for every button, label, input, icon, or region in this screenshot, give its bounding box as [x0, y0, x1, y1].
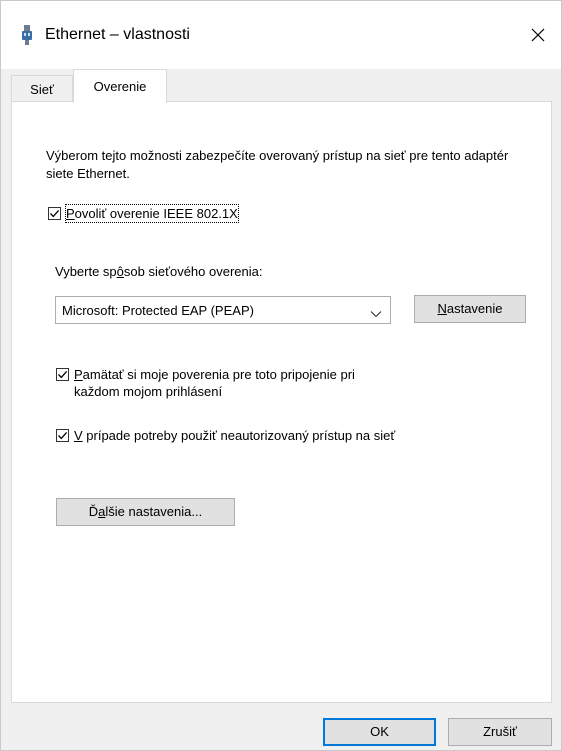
- properties-dialog: Ethernet – vlastnosti Sieť Overenie Výbe…: [0, 0, 562, 751]
- enable-8021x-text: ovoliť overenie IEEE 802.1X: [74, 206, 238, 221]
- ok-button-label: OK: [370, 724, 389, 739]
- remember-credentials-row[interactable]: Pamätať si moje poverenia pre toto pripo…: [56, 366, 416, 400]
- cancel-button-label: Zrušiť: [483, 724, 517, 739]
- close-icon: [531, 28, 545, 45]
- enable-8021x-checkbox[interactable]: [48, 207, 61, 220]
- auth-method-label: Vyberte spôsob sieťového overenia:: [55, 264, 262, 279]
- close-button[interactable]: [515, 13, 561, 59]
- fallback-unauthorized-mnemonic: V: [74, 428, 83, 443]
- authentication-description: Výberom tejto možnosti zabezpečíte overo…: [46, 148, 509, 181]
- auth-method-select[interactable]: Microsoft: Protected EAP (PEAP): [55, 296, 391, 324]
- tab-network[interactable]: Sieť: [11, 75, 73, 101]
- settings-button-label: astavenie: [446, 301, 503, 316]
- enable-8021x-label[interactable]: Povoliť overenie IEEE 802.1X: [65, 204, 239, 223]
- tab-network-label: Sieť: [30, 82, 54, 97]
- ok-button[interactable]: OK: [323, 718, 436, 746]
- fallback-unauthorized-text: prípade potreby použiť neautorizovaný pr…: [82, 428, 396, 443]
- remember-credentials-mnemonic: P: [74, 367, 83, 382]
- fallback-unauthorized-row[interactable]: V prípade potreby použiť neautorizovaný …: [56, 427, 436, 444]
- remember-credentials-checkbox[interactable]: [56, 368, 69, 381]
- window-title: Ethernet – vlastnosti: [45, 26, 190, 43]
- auth-method-label-part1: Vyberte sp: [55, 264, 117, 279]
- enable-8021x-row[interactable]: Povoliť overenie IEEE 802.1X: [48, 204, 239, 223]
- auth-method-label-mnemonic: ô: [116, 264, 124, 279]
- auth-method-label-part2: sob sieťového overenia:: [123, 264, 263, 279]
- tab-authentication-label: Overenie: [93, 79, 147, 94]
- fallback-unauthorized-checkbox[interactable]: [56, 429, 69, 442]
- ethernet-adapter-icon: [21, 25, 33, 45]
- more-settings-prefix: Ď: [88, 504, 99, 519]
- cancel-button[interactable]: Zrušiť: [448, 718, 552, 746]
- settings-button-mnemonic: N: [437, 301, 447, 316]
- remember-credentials-text: amätať si moje poverenia pre toto pripoj…: [74, 367, 355, 399]
- more-settings-button[interactable]: Ďalšie nastavenia...: [56, 498, 235, 526]
- chevron-down-icon: [370, 306, 382, 321]
- fallback-unauthorized-label[interactable]: V prípade potreby použiť neautorizovaný …: [74, 427, 436, 444]
- tab-authentication[interactable]: Overenie: [73, 69, 167, 103]
- enable-8021x-mnemonic: P: [66, 206, 75, 221]
- remember-credentials-label[interactable]: Pamätať si moje poverenia pre toto pripo…: [74, 366, 404, 400]
- settings-button[interactable]: Nastavenie: [414, 295, 526, 323]
- title-bar: Ethernet – vlastnosti: [1, 1, 561, 69]
- authentication-panel: [11, 101, 552, 703]
- more-settings-label: lšie nastavenia...: [105, 504, 203, 519]
- auth-method-value: Microsoft: Protected EAP (PEAP): [62, 303, 254, 318]
